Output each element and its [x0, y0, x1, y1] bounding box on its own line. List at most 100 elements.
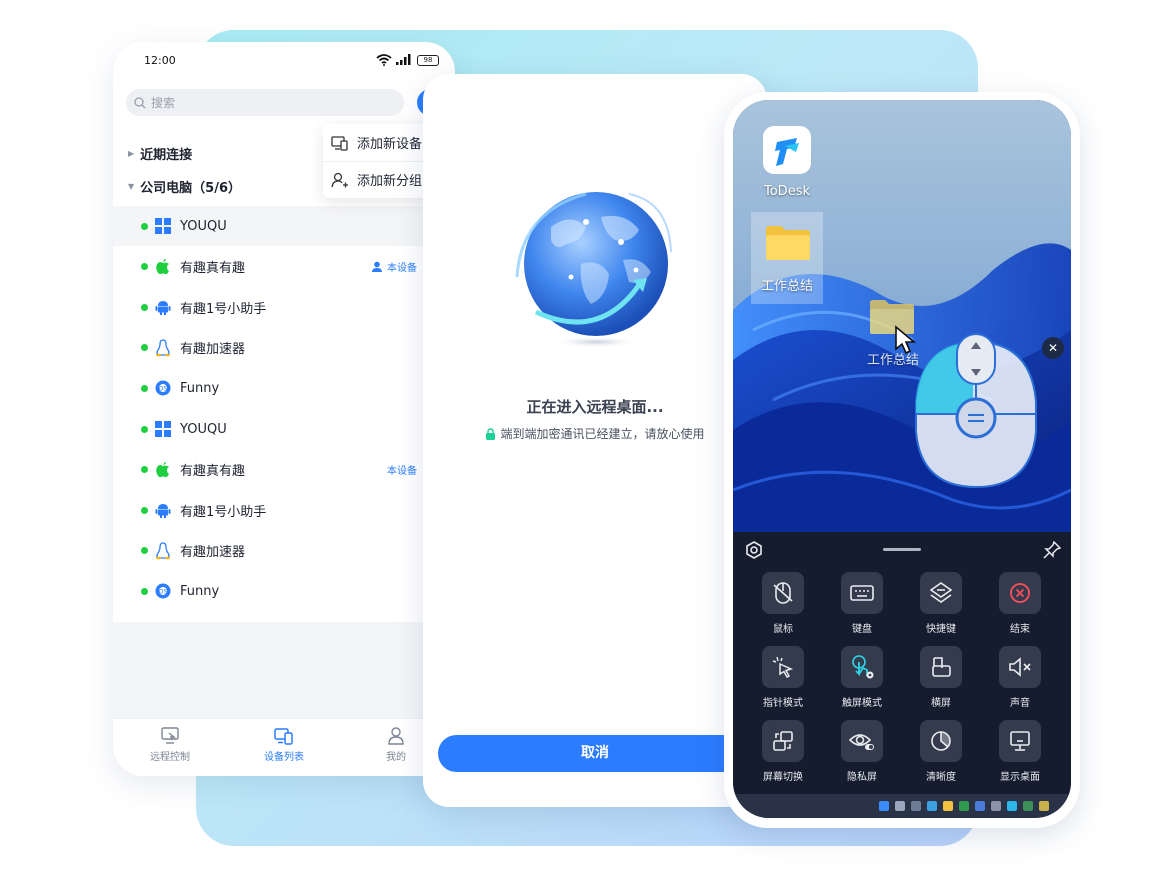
- online-status-icon: [141, 466, 148, 474]
- device-name: Funny: [180, 583, 220, 599]
- end-button[interactable]: 结束: [985, 572, 1055, 635]
- tab-bar: 远程控制 设备列表 我的: [113, 718, 455, 776]
- touch-mode-button[interactable]: 触屏模式: [827, 646, 897, 709]
- tool-label: 快捷键: [926, 624, 956, 635]
- tool-label: 键盘: [852, 624, 872, 635]
- taskview-icon[interactable]: [911, 801, 921, 811]
- show-desktop-button[interactable]: 显示桌面: [985, 720, 1055, 783]
- shortcut-icon: [920, 572, 962, 614]
- todesk-logo-icon: [775, 138, 799, 166]
- profile-icon: [388, 727, 404, 745]
- device-row[interactable]: OS Funny: [113, 368, 455, 408]
- badge-label: 本设备: [387, 466, 417, 478]
- group-recent[interactable]: ▶ 近期连接: [128, 144, 192, 163]
- svg-text:OS: OS: [159, 589, 168, 596]
- app-icon[interactable]: [1039, 801, 1049, 811]
- app-icon[interactable]: [1007, 801, 1017, 811]
- app-icon[interactable]: [975, 801, 985, 811]
- device-row[interactable]: YOUQU: [113, 409, 455, 449]
- tool-label: 屏幕切换: [763, 772, 803, 783]
- tool-label: 指针模式: [763, 698, 803, 709]
- device-name: 有趣加速器: [180, 545, 246, 561]
- remote-control-icon: [161, 727, 179, 744]
- pointer-mode-button[interactable]: 指针模式: [748, 646, 818, 709]
- add-group-icon: [331, 172, 348, 187]
- group-company[interactable]: ▼ 公司电脑（5/6）: [128, 177, 241, 196]
- app-icon[interactable]: [1023, 801, 1033, 811]
- device-row[interactable]: 有趣真有趣 本设备: [113, 247, 455, 287]
- search-taskbar-icon[interactable]: [895, 801, 905, 811]
- this-device-badge: 本设备: [387, 462, 417, 477]
- drag-handle[interactable]: [883, 548, 921, 551]
- add-device-icon: [331, 135, 348, 151]
- device-list: ▶ 近期连接 ▼ 公司电脑（5/6） YOUQU 有趣真有趣 本设备 有趣1号小助手有…: [113, 134, 455, 622]
- landscape-icon: [920, 646, 962, 688]
- keyboard-button[interactable]: 键盘: [827, 572, 897, 635]
- online-status-icon: [141, 263, 148, 271]
- folder-icon[interactable]: [765, 225, 811, 261]
- mouse-button[interactable]: 鼠标: [748, 572, 818, 635]
- cancel-button[interactable]: 取消: [438, 735, 752, 772]
- virtual-mouse-icon[interactable]: [911, 332, 1041, 490]
- quality-button[interactable]: 清晰度: [906, 720, 976, 783]
- device-row[interactable]: 有趣1号小助手: [113, 287, 455, 327]
- chrome-os-icon: OS: [154, 582, 172, 600]
- close-virtual-mouse-button[interactable]: ✕: [1042, 337, 1064, 359]
- settings-icon[interactable]: [745, 541, 763, 559]
- device-row[interactable]: 有趣加速器: [113, 328, 455, 368]
- device-row[interactable]: 有趣真有趣 本设备: [113, 450, 455, 490]
- apple-icon: [154, 461, 172, 479]
- online-status-icon: [141, 547, 148, 555]
- windows-icon: [154, 420, 172, 438]
- device-name: YOUQU: [180, 421, 227, 437]
- landscape-button[interactable]: 横屏: [906, 646, 976, 709]
- battery-icon: 98: [417, 55, 439, 66]
- explorer-icon[interactable]: [943, 801, 953, 811]
- tool-label: 隐私屏: [847, 772, 877, 783]
- collapsed-arrow-icon: ▶: [128, 149, 135, 158]
- privacy-screen-button[interactable]: 隐私屏: [827, 720, 897, 783]
- menu-label: 添加新设备: [357, 137, 423, 152]
- device-row[interactable]: YOUQU: [113, 206, 455, 246]
- tab-remote-control[interactable]: 远程控制: [125, 727, 215, 763]
- tool-label: 结束: [1010, 624, 1030, 635]
- menu-item-add-group[interactable]: 添加新分组: [331, 161, 422, 198]
- chrome-os-icon: OS: [154, 379, 172, 397]
- tool-label: 触屏模式: [842, 698, 882, 709]
- device-row[interactable]: OS Funny: [113, 571, 455, 611]
- widgets-icon[interactable]: [927, 801, 937, 811]
- end-icon: [999, 572, 1041, 614]
- svg-text:OS: OS: [159, 386, 168, 393]
- screen-switch-button[interactable]: 屏幕切换: [748, 720, 818, 783]
- badge-label: 本设备: [387, 263, 417, 275]
- signal-icon: [396, 54, 411, 65]
- taskbar: [733, 794, 1071, 818]
- device-name: 有趣1号小助手: [180, 301, 267, 317]
- device-name: 有趣真有趣: [180, 464, 246, 480]
- tool-label: 清晰度: [926, 772, 956, 783]
- device-name: Funny: [180, 380, 220, 396]
- lock-icon: [486, 427, 496, 440]
- app-icon[interactable]: [959, 801, 969, 811]
- device-name: 有趣1号小助手: [180, 504, 267, 520]
- pin-icon[interactable]: [1043, 541, 1061, 559]
- settings-taskbar-icon[interactable]: [991, 801, 1001, 811]
- tool-label: 声音: [1010, 698, 1030, 709]
- device-row[interactable]: 有趣加速器: [113, 531, 455, 571]
- this-device-badge: 本设备: [371, 259, 417, 274]
- connecting-phone: 正在进入远程桌面... 端到端加密通讯已经建立，请放心使用 取消: [423, 74, 767, 807]
- device-list-phone: 12:00 98 搜索 ▶ 近期连接 ▼ 公司电脑（5/6） YOUQU 有趣真…: [113, 42, 455, 776]
- tab-device-list[interactable]: 设备列表: [239, 727, 329, 763]
- folder-label: 工作总结: [760, 279, 813, 294]
- device-row[interactable]: 有趣1号小助手: [113, 490, 455, 530]
- tab-label: 我的: [386, 752, 406, 763]
- sound-button[interactable]: 声音: [985, 646, 1055, 709]
- privacy-screen-icon: [841, 720, 883, 762]
- todesk-app-icon[interactable]: [763, 126, 811, 174]
- search-input[interactable]: 搜索: [126, 89, 404, 116]
- online-status-icon: [141, 303, 148, 311]
- menu-item-add-device[interactable]: 添加新设备: [331, 124, 422, 161]
- start-icon[interactable]: [879, 801, 889, 811]
- shortcut-button[interactable]: 快捷键: [906, 572, 976, 635]
- device-name: 有趣加速器: [180, 342, 246, 358]
